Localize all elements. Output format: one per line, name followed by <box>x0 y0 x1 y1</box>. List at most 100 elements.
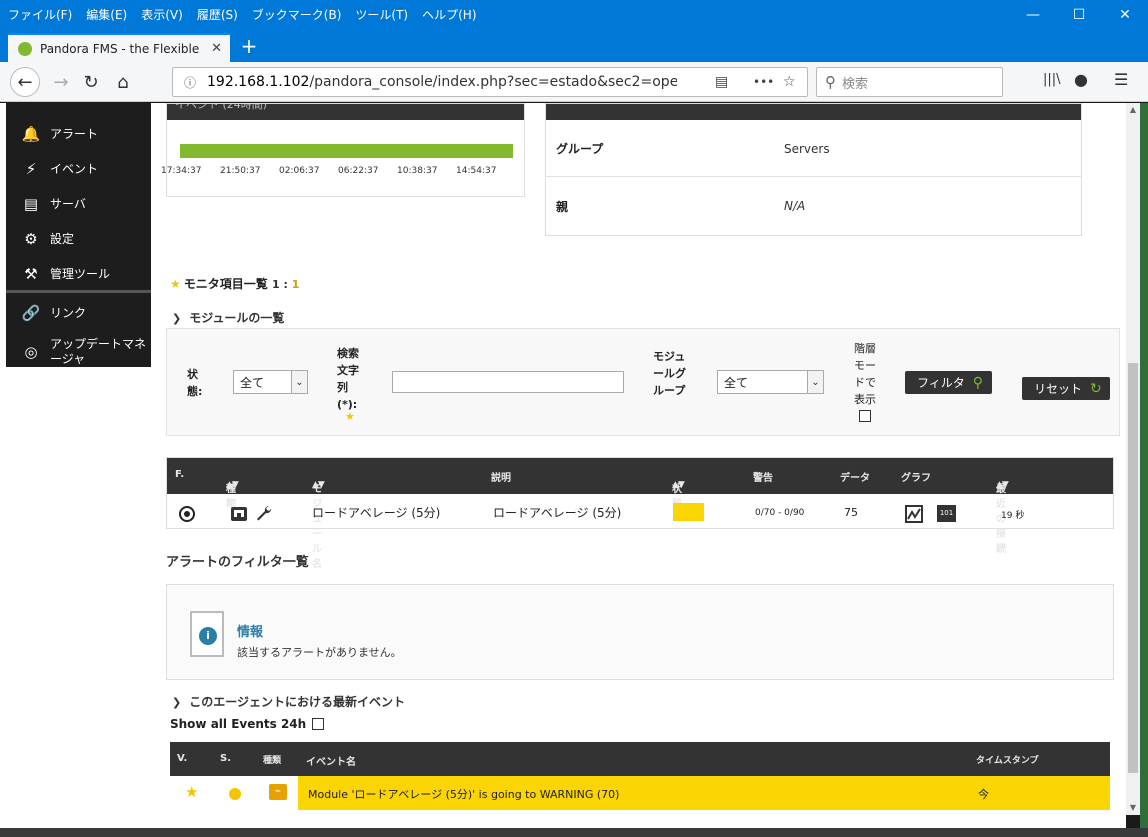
search-bar[interactable]: ⚲ 検索 <box>816 67 1003 97</box>
star-icon[interactable]: ★ <box>185 783 198 801</box>
tick-label: 17:34:37 <box>161 166 202 176</box>
status-select[interactable]: 全て ⌄ <box>233 370 308 394</box>
menu-help[interactable]: ヘルプ(H) <box>422 6 476 23</box>
sidebar-item-label: イベント <box>50 161 99 176</box>
sidebar-item-update-manager[interactable]: ◎ アップデートマネージャ <box>6 335 151 369</box>
module-filter-box: 状態: 全て ⌄ 検索文字列 (*): ★ モジュールグループ 全て ⌄ 階層モ… <box>166 328 1120 436</box>
module-list-header: モジュールの一覧 <box>189 311 285 325</box>
info-text: 該当するアラートがありません。 <box>237 646 402 659</box>
chevron-down-icon: ⌄ <box>807 371 823 393</box>
menu-edit[interactable]: 編集(E) <box>86 6 127 23</box>
back-button[interactable]: ← <box>10 67 40 97</box>
show-all-events-label: Show all Events 24h <box>170 717 307 731</box>
bell-icon: 🔔 <box>21 125 41 143</box>
tab-close-icon[interactable]: ✕ <box>211 41 222 56</box>
sort-arrows-icon[interactable]: ▲▼ <box>226 480 239 490</box>
gear-icon: ⚙ <box>24 230 38 248</box>
reset-button-label: リセット <box>1034 382 1083 396</box>
home-button[interactable]: ⌂ <box>108 67 138 97</box>
reader-view-icon[interactable]: ▤ <box>715 74 728 90</box>
radio-icon[interactable] <box>179 506 195 522</box>
search-string-input[interactable] <box>392 371 624 393</box>
agent-info-row-group: グループ Servers <box>546 121 1081 177</box>
close-window-button[interactable]: ✕ <box>1102 0 1148 29</box>
show-all-events-checkbox[interactable] <box>312 718 325 730</box>
events-24h-bar[interactable] <box>180 144 513 158</box>
status-select-value: 全て <box>240 375 265 390</box>
menu-list: ファイル(F) 編集(E) 表示(V) 履歴(S) ブックマーク(B) ツール(… <box>0 6 491 23</box>
chevron-down-icon: ❯ <box>172 696 182 709</box>
agent-info-header <box>546 104 1081 120</box>
info-icon: i <box>199 627 217 645</box>
events-table: V. S. 種類 イベント名 タイムスタンプ ★ ⌁ Module 'ロードアベ… <box>170 742 1110 812</box>
monitor-event-icon: ⌁ <box>269 784 287 800</box>
data-table-badge[interactable]: 101 <box>937 505 956 522</box>
filter-button[interactable]: フィルタ ⚲ <box>905 371 992 394</box>
site-info-icon[interactable]: ⓘ <box>179 74 201 90</box>
events-table-header: V. S. 種類 イベント名 タイムスタンプ <box>170 742 1110 776</box>
url-host: 192.168.1.102 <box>207 74 310 90</box>
graph-icon[interactable] <box>905 505 923 523</box>
url-text[interactable]: 192.168.1.102/pandora_console/index.php?… <box>207 74 677 90</box>
forward-button[interactable]: → <box>46 67 76 97</box>
menu-bookmarks[interactable]: ブックマーク(B) <box>252 6 342 23</box>
hierarchy-checkbox[interactable] <box>859 410 871 422</box>
module-list-toggle[interactable]: ❯ モジュールの一覧 <box>172 309 284 326</box>
reset-button[interactable]: リセット ↻ <box>1022 377 1110 400</box>
reload-button[interactable]: ↻ <box>76 67 106 97</box>
scrollbar-thumb[interactable] <box>1128 363 1138 773</box>
scroll-up-icon[interactable]: ▲ <box>1126 103 1140 117</box>
sidebar-item-alerts[interactable]: 🔔 アラート <box>6 119 151 149</box>
sort-arrows-icon[interactable]: ▲▼ <box>672 480 685 490</box>
page-actions-icon[interactable]: ••• <box>753 75 774 89</box>
module-name[interactable]: ロードアベレージ (5分) <box>312 504 440 521</box>
new-tab-button[interactable]: + <box>236 33 262 59</box>
url-bar[interactable]: ⓘ 192.168.1.102/pandora_console/index.ph… <box>172 67 808 97</box>
latest-events-toggle[interactable]: ❯ このエージェントにおける最新イベント <box>172 693 405 710</box>
library-icon[interactable]: |||\ <box>1043 72 1061 87</box>
sidebar: 🔔 アラート ⚡ イベント ▤ サーバ ⚙ 設定 ⚒ 管理ツール 🔗 リンク ◎… <box>6 103 151 367</box>
star-icon: ★ <box>345 410 355 423</box>
menu-file[interactable]: ファイル(F) <box>8 6 72 23</box>
tab-pandora[interactable]: Pandora FMS - the Flexible Mo ✕ <box>8 33 230 62</box>
module-group-select[interactable]: 全て ⌄ <box>717 370 824 394</box>
tick-label: 14:54:37 <box>456 166 497 176</box>
module-table-header: F. 種類 ▲▼ モジュール名 ▲▼ 説明 状態 ▲▼ 警告 データ グラフ 最… <box>167 458 1113 570</box>
column-header: 説明 <box>491 473 511 484</box>
sidebar-item-links[interactable]: 🔗 リンク <box>6 298 151 328</box>
pagination-prefix: 1 : <box>271 278 292 291</box>
extension-icon[interactable]: ● <box>1074 70 1088 89</box>
last-contact: 19 秒 <box>1001 511 1025 521</box>
column-header: 種類 <box>263 756 282 766</box>
wrench-icon[interactable] <box>255 504 273 522</box>
menu-tools[interactable]: ツール(T) <box>355 6 408 23</box>
pagination-current[interactable]: 1 <box>292 278 300 291</box>
chevron-down-icon: ⌄ <box>291 371 307 393</box>
maximize-button[interactable]: ☐ <box>1056 0 1102 29</box>
hamburger-menu-icon[interactable]: ☰ <box>1114 70 1128 89</box>
hammer-icon: ⚒ <box>24 265 38 283</box>
sidebar-item-settings[interactable]: ⚙ 設定 <box>6 224 151 254</box>
event-name[interactable]: Module 'ロードアベレージ (5分)' is going to WARNI… <box>308 786 619 802</box>
column-header: F. <box>175 469 185 480</box>
menu-history[interactable]: 履歴(S) <box>197 6 238 23</box>
search-placeholder: 検索 <box>842 76 869 92</box>
sidebar-item-events[interactable]: ⚡ イベント <box>6 154 151 184</box>
minimize-button[interactable]: — <box>1010 0 1056 29</box>
agent-info-panel: グループ Servers 親 N/A <box>545 103 1082 236</box>
vertical-scrollbar[interactable]: ▲ ▼ <box>1126 103 1140 815</box>
sidebar-item-servers[interactable]: ▤ サーバ <box>6 189 151 219</box>
menu-view[interactable]: 表示(V) <box>141 6 183 23</box>
sort-arrows-icon[interactable]: ▲▼ <box>312 480 325 490</box>
column-header: V. <box>177 753 188 764</box>
sort-arrows-icon[interactable]: ▲▼ <box>996 480 1009 490</box>
desktop-edge <box>1140 103 1148 837</box>
module-type-icon <box>231 507 247 521</box>
url-path: /pandora_console/index.php?sec=estado&se… <box>309 74 677 90</box>
scroll-down-icon[interactable]: ▼ <box>1126 801 1140 815</box>
table-row[interactable]: ★ ⌁ Module 'ロードアベレージ (5分)' is going to W… <box>170 776 1110 810</box>
bookmark-star-icon[interactable]: ☆ <box>783 74 796 90</box>
chevron-down-icon: ❯ <box>172 312 182 325</box>
lightning-icon: ⚡ <box>25 160 37 178</box>
sidebar-item-admin-tools[interactable]: ⚒ 管理ツール <box>6 259 151 289</box>
